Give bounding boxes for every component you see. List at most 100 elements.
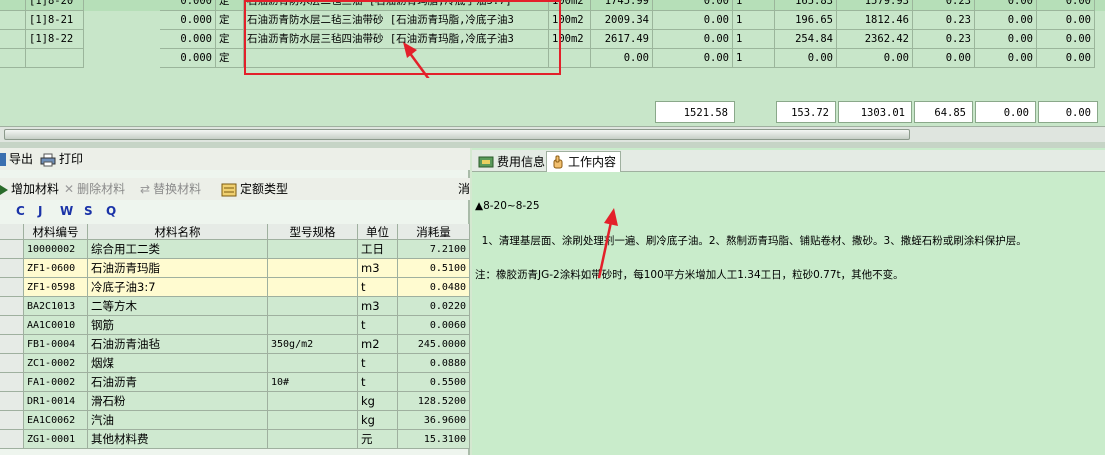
material-cell-spec[interactable] — [268, 240, 358, 259]
quota-cell-qty[interactable]: 0.000 — [160, 0, 216, 11]
quota-cell-v3[interactable]: 254.84 — [775, 30, 837, 49]
material-row[interactable]: DR1-0014 滑石粉 kg 128.5200 — [0, 392, 470, 411]
quota-cell-name[interactable]: 石油沥青防水层二毡三油带砂 [石油沥青玛脂,冷底子油3 — [244, 11, 549, 30]
header-consumption[interactable]: 消耗量 — [398, 224, 470, 240]
quota-cell-type[interactable]: 定 — [216, 30, 244, 49]
quota-cell-code[interactable]: [1]8-20 — [26, 0, 84, 11]
material-cell-spec[interactable] — [268, 297, 358, 316]
material-cell-unit[interactable]: m3 — [358, 259, 398, 278]
quota-cell-v2[interactable]: 1 — [733, 11, 775, 30]
scrollbar-thumb[interactable] — [4, 129, 910, 140]
material-cell-unit[interactable]: t — [358, 373, 398, 392]
quota-cell-price[interactable]: 2009.34 — [591, 11, 653, 30]
material-cell-spec[interactable] — [268, 411, 358, 430]
tab-work-content[interactable]: 工作内容 — [546, 151, 622, 172]
quota-cell-v2[interactable]: 1 — [733, 30, 775, 49]
material-cell-unit[interactable]: 元 — [358, 430, 398, 449]
quota-cell-name[interactable]: 石油沥青防水层二毡三油 [石油沥青玛脂,冷底子油3:7] — [244, 0, 549, 11]
quota-cell-v1[interactable]: 0.00 — [653, 30, 733, 49]
quota-cell-unit[interactable]: 100m2 — [549, 0, 591, 11]
material-cell-unit[interactable]: 工日 — [358, 240, 398, 259]
toolbar-overflow[interactable]: 消 — [458, 181, 470, 198]
quota-cell-unit[interactable]: 100m2 — [549, 11, 591, 30]
quota-cell-v1[interactable]: 0.00 — [653, 49, 733, 68]
material-cell-unit[interactable]: kg — [358, 392, 398, 411]
header-spec[interactable]: 型号规格 — [268, 224, 358, 240]
material-cell-name[interactable]: 石油沥青 — [88, 373, 268, 392]
quota-cell-name[interactable]: 石油沥青防水层三毡四油带砂 [石油沥青玛脂,冷底子油3 — [244, 30, 549, 49]
material-row[interactable]: EA1C0062 汽油 kg 36.9600 — [0, 411, 470, 430]
material-cell-spec[interactable]: 10# — [268, 373, 358, 392]
material-cell-unit[interactable]: m3 — [358, 297, 398, 316]
material-cell-consumption[interactable]: 0.0480 — [398, 278, 470, 297]
quota-cell-v5[interactable]: 0.23 — [913, 11, 975, 30]
filter-c[interactable]: C — [16, 204, 25, 218]
material-row[interactable]: ZF1-0598 冷底子油3:7 t 0.0480 — [0, 278, 470, 297]
quota-cell-v4[interactable]: 0.00 — [837, 49, 913, 68]
material-cell-spec[interactable] — [268, 392, 358, 411]
material-cell-code[interactable]: FA1-0002 — [24, 373, 88, 392]
quota-cell-v7[interactable]: 0.00 — [1037, 0, 1095, 11]
quota-cell-v2[interactable]: 1 — [733, 0, 775, 11]
material-row[interactable]: FA1-0002 石油沥青 10# t 0.5500 — [0, 373, 470, 392]
quota-cell-unit[interactable]: 100m2 — [549, 30, 591, 49]
material-cell-spec[interactable] — [268, 259, 358, 278]
material-cell-consumption[interactable]: 15.3100 — [398, 430, 470, 449]
quota-cell-v7[interactable]: 0.00 — [1037, 30, 1095, 49]
quota-cell-v2[interactable]: 1 — [733, 49, 775, 68]
quota-row[interactable]: [1]8-21 0.000 定石油沥青防水层二毡三油带砂 [石油沥青玛脂,冷底子油3… — [0, 11, 1105, 30]
material-cell-code[interactable]: ZF1-0600 — [24, 259, 88, 278]
quota-cell-v3[interactable]: 196.65 — [775, 11, 837, 30]
material-cell-consumption[interactable]: 245.0000 — [398, 335, 470, 354]
material-row[interactable]: ZG1-0001 其他材料费 元 15.3100 — [0, 430, 470, 449]
quota-cell-v5[interactable]: 0.23 — [913, 30, 975, 49]
material-cell-code[interactable]: ZF1-0598 — [24, 278, 88, 297]
quota-cell-v3[interactable]: 165.83 — [775, 0, 837, 11]
quota-cell-type[interactable]: 定 — [216, 49, 244, 68]
quota-cell-name[interactable] — [244, 49, 549, 68]
quota-cell-unit[interactable] — [549, 49, 591, 68]
material-cell-spec[interactable] — [268, 278, 358, 297]
material-cell-code[interactable]: EA1C0062 — [24, 411, 88, 430]
material-row[interactable]: 10000002 综合用工二类 工日 7.2100 — [0, 240, 470, 259]
quota-cell-v1[interactable]: 0.00 — [653, 11, 733, 30]
quota-cell-qty[interactable]: 0.000 — [160, 49, 216, 68]
material-cell-name[interactable]: 二等方木 — [88, 297, 268, 316]
material-cell-consumption[interactable]: 0.0880 — [398, 354, 470, 373]
material-cell-code[interactable]: ZC1-0002 — [24, 354, 88, 373]
material-cell-spec[interactable] — [268, 354, 358, 373]
delete-material-button[interactable]: ✕ 删除材料 — [64, 181, 125, 198]
material-cell-consumption[interactable]: 7.2100 — [398, 240, 470, 259]
material-cell-name[interactable]: 汽油 — [88, 411, 268, 430]
material-cell-consumption[interactable]: 0.5100 — [398, 259, 470, 278]
quota-row[interactable]: 0.000 定 0.00 0.00 1 0.00 0.00 0.00 0.00 0.00 — [0, 49, 1105, 68]
material-cell-name[interactable]: 烟煤 — [88, 354, 268, 373]
quota-cell-price[interactable]: 0.00 — [591, 49, 653, 68]
filter-q[interactable]: Q — [106, 204, 116, 218]
material-cell-name[interactable]: 综合用工二类 — [88, 240, 268, 259]
material-cell-code[interactable]: AA1C0010 — [24, 316, 88, 335]
material-cell-name[interactable]: 冷底子油3:7 — [88, 278, 268, 297]
material-row[interactable]: FB1-0004 石油沥青油毡 350g/m2 m2 245.0000 — [0, 335, 470, 354]
quota-cell-qty[interactable]: 0.000 — [160, 11, 216, 30]
tab-fee-info[interactable]: 费用信息 — [474, 151, 549, 172]
material-cell-code[interactable]: DR1-0014 — [24, 392, 88, 411]
material-cell-code[interactable]: 10000002 — [24, 240, 88, 259]
material-cell-unit[interactable]: t — [358, 316, 398, 335]
header-code[interactable]: 材料编号 — [24, 224, 88, 240]
material-row[interactable]: ZC1-0002 烟煤 t 0.0880 — [0, 354, 470, 373]
material-cell-code[interactable]: FB1-0004 — [24, 335, 88, 354]
material-cell-name[interactable]: 其他材料费 — [88, 430, 268, 449]
material-row[interactable]: ZF1-0600 石油沥青玛脂 m3 0.5100 — [0, 259, 470, 278]
quota-cell-v4[interactable]: 1579.93 — [837, 0, 913, 11]
filter-j[interactable]: J — [38, 204, 42, 218]
material-cell-spec[interactable] — [268, 316, 358, 335]
quota-cell-type[interactable]: 定 — [216, 0, 244, 11]
header-name[interactable]: 材料名称 — [88, 224, 268, 240]
quota-type-button[interactable]: 定额类型 — [221, 181, 288, 198]
material-cell-name[interactable]: 石油沥青油毡 — [88, 335, 268, 354]
quota-cell-code[interactable]: [1]8-22 — [26, 30, 84, 49]
material-cell-unit[interactable]: t — [358, 278, 398, 297]
quota-row[interactable]: [1]8-22 0.000 定石油沥青防水层三毡四油带砂 [石油沥青玛脂,冷底子油3… — [0, 30, 1105, 49]
filter-s[interactable]: S — [84, 204, 93, 218]
